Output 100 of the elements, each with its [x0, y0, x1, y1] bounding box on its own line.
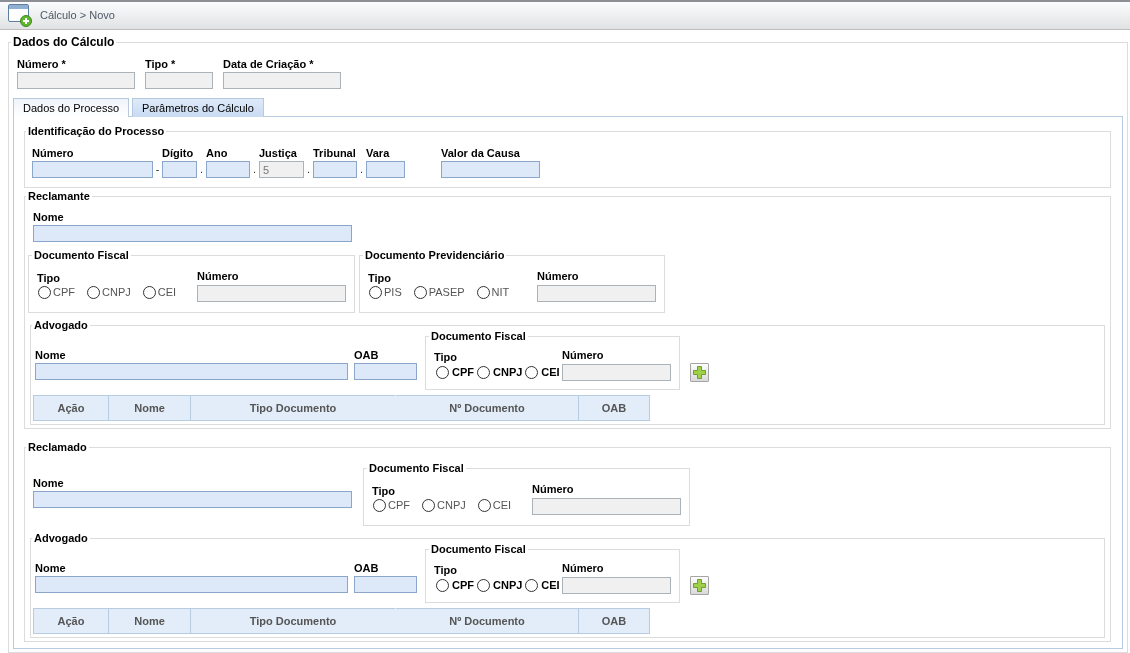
text-field[interactable] [33, 225, 352, 242]
radio-button[interactable] [477, 499, 491, 512]
radio-label: CEI [157, 286, 177, 299]
radio-label: CEI [492, 499, 512, 512]
radio-button[interactable] [422, 499, 435, 512]
field-label: Data de Criação * [223, 58, 315, 71]
radio-button[interactable] [373, 499, 386, 512]
field-label: Número [532, 483, 575, 496]
field-label: Número * [17, 58, 67, 71]
column-header: Ação [33, 608, 109, 634]
separator: - [154, 162, 161, 177]
column-header: Nº Documento [395, 608, 579, 634]
radio-label: PASEP [428, 286, 465, 299]
text-field[interactable] [32, 161, 153, 178]
separator: . [305, 162, 312, 177]
radio-button[interactable] [525, 579, 539, 592]
field-label: Vara [366, 147, 391, 160]
field-label: Dígito [162, 147, 195, 160]
group-title: Documento Previdenciário [364, 249, 506, 262]
separator: . [198, 162, 205, 177]
field-label: Tipo * [145, 58, 177, 71]
group-title: Advogado [33, 319, 89, 332]
radio-label: CPF [452, 366, 474, 379]
text-field[interactable] [354, 576, 417, 593]
column-header: Nº Documento [395, 395, 579, 421]
plus-icon [693, 579, 706, 592]
radio-label: CNPJ [437, 499, 466, 512]
radio-label: CEI [541, 579, 560, 592]
text-field[interactable] [354, 363, 417, 380]
radio-label: CEI [541, 366, 560, 379]
group-title: Identificação do Processo [27, 125, 166, 138]
text-field[interactable] [206, 161, 250, 178]
column-header: OAB [578, 395, 650, 421]
add-button[interactable] [690, 363, 709, 382]
field-label: Número [562, 349, 605, 362]
radio-label: NIT [491, 286, 510, 299]
radio-button[interactable] [87, 286, 100, 299]
column-header: Nome [108, 608, 191, 634]
group-title: Documento Fiscal [368, 462, 465, 475]
tab[interactable]: Dados do Processo [13, 98, 129, 117]
group-title: Documento Fiscal [430, 543, 527, 556]
separator: . [251, 162, 258, 177]
field-label: OAB [354, 349, 380, 362]
field-label: Tipo [368, 272, 392, 285]
radio-button[interactable] [477, 579, 490, 592]
field-label: Nome [35, 349, 67, 362]
text-field[interactable] [366, 161, 405, 178]
text-field[interactable] [35, 576, 348, 593]
radio-button[interactable] [436, 579, 449, 592]
text-field[interactable] [313, 161, 357, 178]
column-header: Tipo Documento [190, 395, 396, 421]
radio-button[interactable] [436, 366, 449, 379]
group-title: Advogado [33, 532, 89, 545]
group-title: Reclamado [27, 441, 88, 454]
field-label: Ano [206, 147, 229, 160]
tab[interactable]: Parâmetros do Cálculo [132, 98, 264, 117]
text-field[interactable] [441, 161, 540, 178]
breadcrumb: Cálculo > Novo [40, 9, 115, 22]
radio-label: CNPJ [493, 366, 523, 379]
field-label: Justiça [259, 147, 298, 160]
group-title: Documento Fiscal [430, 330, 527, 343]
group-title: Reclamante [27, 190, 91, 203]
radio-label: PIS [384, 286, 402, 299]
radio-label: CPF [388, 499, 410, 512]
column-header: Tipo Documento [190, 608, 396, 634]
field-label: Tipo [372, 485, 396, 498]
field-label: Número [32, 147, 75, 160]
window-add-icon [8, 4, 32, 27]
group-title: Dados do Cálculo [12, 36, 116, 49]
radio-label: CNPJ [102, 286, 131, 299]
radio-label: CPF [452, 579, 474, 592]
radio-button[interactable] [142, 286, 156, 299]
field-label: Valor da Causa [441, 147, 521, 160]
radio-button[interactable] [413, 286, 427, 299]
radio-button[interactable] [476, 286, 490, 299]
radio-label: CNPJ [493, 579, 523, 592]
plus-icon [693, 366, 706, 379]
text-field[interactable] [33, 491, 352, 508]
add-button[interactable] [690, 576, 709, 595]
field-label: Número [562, 562, 605, 575]
field-label: Tipo [434, 564, 458, 577]
field-label: Tipo [37, 272, 61, 285]
field-label: Tipo [434, 351, 458, 364]
radio-button[interactable] [477, 366, 490, 379]
radio-label: CPF [53, 286, 75, 299]
field-label: OAB [354, 562, 380, 575]
field-label: Nome [35, 562, 67, 575]
text-field[interactable] [162, 161, 197, 178]
group-title: Documento Fiscal [33, 249, 130, 262]
column-header: Ação [33, 395, 109, 421]
column-header: Nome [108, 395, 191, 421]
separator: . [358, 162, 365, 177]
radio-button[interactable] [38, 286, 51, 299]
radio-button[interactable] [369, 286, 382, 299]
text-field[interactable] [35, 363, 348, 380]
radio-button[interactable] [525, 366, 539, 379]
column-header: OAB [578, 608, 650, 634]
field-label: Número [537, 270, 580, 283]
field-label: Nome [33, 211, 65, 224]
field-label: Tribunal [313, 147, 357, 160]
